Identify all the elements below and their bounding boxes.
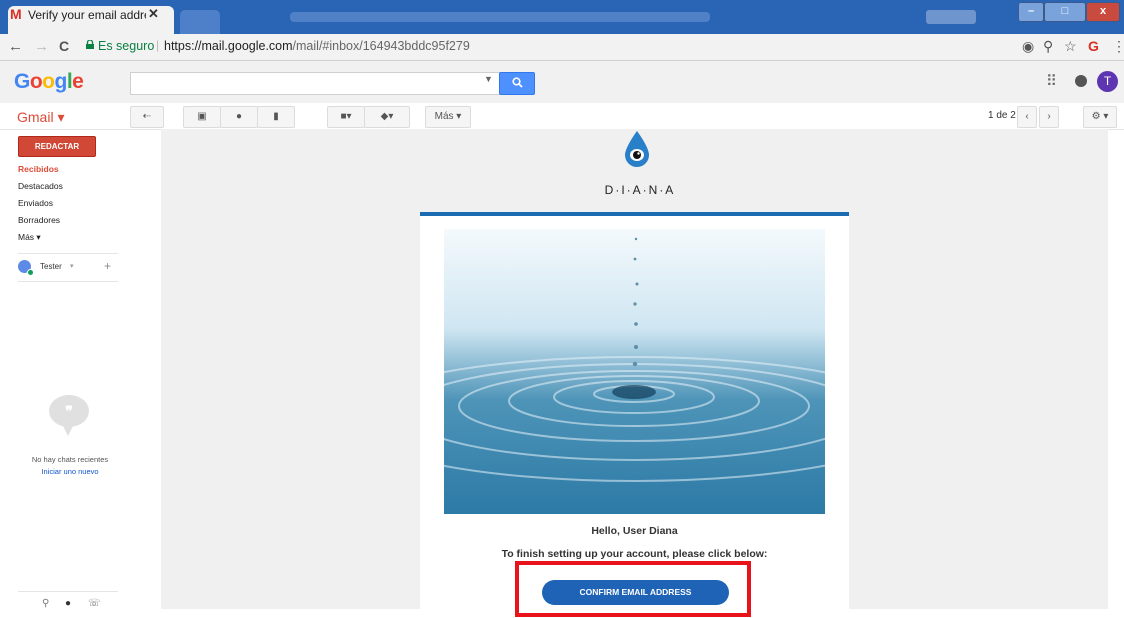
divider [18, 253, 118, 254]
hangouts-user-name[interactable]: Tester [40, 262, 62, 271]
divider [18, 591, 118, 592]
phone-icon[interactable]: ☏ [88, 598, 101, 609]
report-spam-button[interactable]: ● [220, 106, 258, 128]
tab-strip-blur [290, 12, 710, 22]
no-recent-chats-text: No hay chats recientes [31, 455, 109, 464]
water-drop-image [444, 229, 825, 514]
search-options-caret-icon[interactable]: ▼ [484, 74, 493, 84]
google-logo[interactable]: Google [14, 70, 84, 94]
older-button[interactable]: › [1039, 106, 1059, 128]
sidebar-item-inbox[interactable]: Recibidos [18, 164, 59, 174]
lock-icon [86, 40, 94, 49]
newer-button[interactable]: ‹ [1017, 106, 1037, 128]
add-contact-button[interactable]: + [104, 259, 111, 273]
greeting-text: Hello, User Diana [591, 525, 678, 537]
url-path: /mail/#inbox/164943bddc95f279 [292, 39, 470, 53]
window-controls: – □ x [1018, 2, 1120, 22]
star-icon[interactable]: ☆ [1064, 38, 1077, 55]
hangouts-chat-icon[interactable]: ● [65, 598, 71, 609]
gmail-favicon-icon: M [10, 6, 22, 22]
url-text[interactable]: https://mail.google.com/mail/#inbox/1649… [164, 39, 470, 53]
maximize-button[interactable]: □ [1044, 2, 1086, 22]
eye-icon[interactable]: ◉ [1022, 38, 1034, 55]
back-button[interactable]: ← [8, 38, 23, 55]
move-to-button[interactable]: ■▾ [327, 106, 365, 128]
diana-drop-logo-icon [625, 131, 649, 167]
start-new-chat-link[interactable]: Iniciar uno nuevo [0, 467, 140, 476]
hangouts-icon: ❞ [49, 395, 89, 427]
tab-close-icon[interactable]: ✕ [148, 6, 159, 22]
pager-text: 1 de 2 [988, 110, 1016, 121]
zoom-icon[interactable]: ⚲ [1043, 38, 1053, 55]
account-avatar[interactable]: T [1097, 71, 1118, 92]
gmail-app-menu[interactable]: Gmail ▾ [17, 109, 64, 126]
archive-icon: ▣ [197, 111, 207, 122]
gmail-action-bar [0, 103, 1124, 130]
spam-icon: ● [235, 111, 243, 122]
tab-title[interactable]: Verify your email address [28, 8, 146, 22]
extension-icon[interactable]: G [1088, 38, 1099, 54]
sidebar-item-more[interactable]: Más ▾ [18, 232, 41, 243]
back-to-inbox-button[interactable]: ⇠ [130, 106, 164, 128]
forward-button[interactable]: → [34, 38, 49, 55]
secure-label: Es seguro [98, 39, 155, 53]
window-profile-button[interactable] [926, 10, 976, 24]
url-separator: | [156, 38, 160, 52]
search-icon [511, 77, 523, 88]
notifications-icon[interactable] [1075, 75, 1087, 87]
search-input[interactable] [130, 72, 502, 95]
tab-new[interactable] [180, 10, 220, 34]
person-icon[interactable]: ⚲ [42, 598, 49, 609]
delete-button[interactable]: ▮ [257, 106, 295, 128]
sidebar-item-sent[interactable]: Enviados [18, 198, 53, 208]
reload-button[interactable]: C [59, 38, 69, 54]
instruction-text: To finish setting up your account, pleas… [501, 548, 768, 560]
online-status-icon [27, 269, 34, 276]
archive-button[interactable]: ▣ [183, 106, 221, 128]
url-host: https://mail.google.com [164, 39, 293, 53]
hangouts-icon-tail [62, 424, 74, 436]
divider [18, 281, 118, 282]
sidebar-item-starred[interactable]: Destacados [18, 181, 63, 191]
compose-button[interactable]: REDACTAR [18, 136, 96, 157]
more-actions-button[interactable]: Más ▾ [425, 106, 471, 128]
sidebar-item-drafts[interactable]: Borradores [18, 215, 60, 225]
minimize-button[interactable]: – [1018, 2, 1044, 22]
highlight-box [515, 561, 751, 617]
trash-icon: ▮ [273, 111, 279, 122]
apps-grid-icon[interactable]: ⠿ [1046, 72, 1057, 90]
folder-icon: ■▾ [340, 111, 352, 122]
menu-icon[interactable]: ⋮ [1112, 38, 1124, 55]
search-button[interactable] [499, 72, 535, 95]
close-window-button[interactable]: x [1086, 2, 1120, 22]
back-arrow-icon: ⇠ [142, 111, 152, 122]
diana-wordmark: D·I·A·N·A [604, 183, 676, 197]
label-icon: ◆▾ [380, 111, 394, 122]
chevron-down-icon[interactable]: ▾ [70, 262, 74, 270]
labels-button[interactable]: ◆▾ [364, 106, 410, 128]
settings-button[interactable]: ⚙ ▾ [1083, 106, 1117, 128]
